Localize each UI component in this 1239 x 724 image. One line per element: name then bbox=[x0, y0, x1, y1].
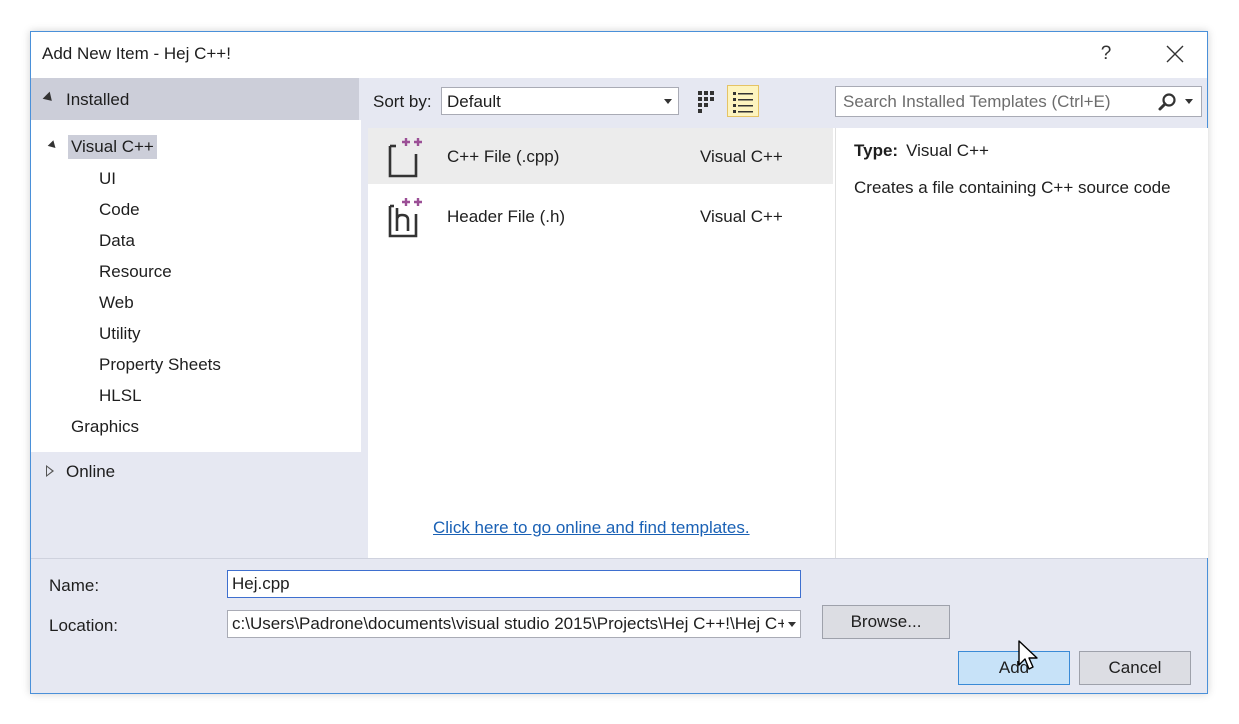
tree-item-resource[interactable]: Resource bbox=[99, 262, 172, 282]
installed-label: Installed bbox=[66, 90, 130, 109]
expand-arrow-icon[interactable] bbox=[47, 140, 59, 151]
template-list: C++ File (.cpp) Visual C++ Header File (… bbox=[368, 128, 833, 558]
template-language: Visual C++ bbox=[700, 147, 783, 166]
tree-item-code[interactable]: Code bbox=[99, 200, 140, 220]
close-button[interactable] bbox=[1155, 36, 1195, 72]
list-view-button[interactable] bbox=[727, 85, 759, 117]
sort-dropdown[interactable]: Default bbox=[441, 87, 679, 115]
search-icon[interactable] bbox=[1157, 92, 1177, 112]
toolbar: Sort by: Default Search Installed Templa… bbox=[361, 78, 1207, 120]
type-value: Visual C++ bbox=[906, 141, 989, 160]
template-description: Creates a file containing C++ source cod… bbox=[854, 178, 1171, 197]
type-row: Type: Visual C++ bbox=[854, 141, 989, 161]
tree-item-visual-cpp[interactable]: Visual C++ bbox=[68, 135, 157, 159]
add-button[interactable]: Add bbox=[958, 651, 1070, 685]
name-label: Name: bbox=[49, 576, 100, 595]
template-name: C++ File (.cpp) bbox=[447, 147, 560, 166]
sort-label: Sort by: bbox=[373, 92, 432, 111]
grid-view-icon bbox=[698, 91, 714, 113]
find-online-templates-link[interactable]: Click here to go online and find templat… bbox=[433, 518, 750, 538]
dialog-title: Add New Item - Hej C++! bbox=[42, 44, 231, 63]
location-field[interactable]: c:\Users\Padrone\documents\visual studio… bbox=[227, 610, 801, 638]
installed-header[interactable]: Installed bbox=[31, 78, 359, 120]
search-placeholder: Search Installed Templates (Ctrl+E) bbox=[843, 92, 1111, 111]
tree-item-property-sheets[interactable]: Property Sheets bbox=[99, 355, 221, 375]
chevron-down-icon[interactable] bbox=[1185, 99, 1193, 104]
title-bar: Add New Item - Hej C++! ? bbox=[31, 32, 1207, 78]
tree-item-ui[interactable]: UI bbox=[99, 169, 116, 189]
location-value: c:\Users\Padrone\documents\visual studio… bbox=[232, 614, 801, 633]
expand-arrow-icon bbox=[42, 91, 56, 105]
name-field[interactable]: Hej.cpp bbox=[227, 570, 801, 598]
pane-divider bbox=[361, 120, 368, 558]
search-input[interactable]: Search Installed Templates (Ctrl+E) bbox=[835, 86, 1202, 117]
help-button[interactable]: ? bbox=[1091, 38, 1121, 70]
chevron-down-icon bbox=[664, 99, 672, 104]
template-item-cpp-file[interactable]: C++ File (.cpp) Visual C++ bbox=[368, 128, 833, 184]
header-file-icon bbox=[388, 198, 422, 238]
sort-value: Default bbox=[447, 92, 501, 111]
add-new-item-dialog: Add New Item - Hej C++! ? Installed Visu… bbox=[30, 31, 1208, 694]
cancel-button[interactable]: Cancel bbox=[1079, 651, 1191, 685]
online-label: Online bbox=[66, 462, 116, 481]
template-language: Visual C++ bbox=[700, 207, 783, 226]
tree-item-web[interactable]: Web bbox=[99, 293, 134, 313]
toolbar-spacer bbox=[361, 120, 1207, 128]
template-item-header-file[interactable]: Header File (.h) Visual C++ bbox=[368, 188, 833, 244]
tree-item-utility[interactable]: Utility bbox=[99, 324, 141, 344]
tree-item-data[interactable]: Data bbox=[99, 231, 135, 251]
location-label: Location: bbox=[49, 616, 118, 635]
template-name: Header File (.h) bbox=[447, 207, 566, 226]
bottom-form: Name: Hej.cpp Location: c:\Users\Padrone… bbox=[31, 558, 1207, 693]
small-icons-view-button[interactable] bbox=[695, 88, 721, 114]
online-header[interactable]: Online bbox=[31, 453, 361, 493]
type-label: Type: bbox=[854, 141, 899, 160]
category-pane: Installed Visual C++ UI Code Data Resour… bbox=[31, 78, 361, 561]
collapse-arrow-icon bbox=[46, 465, 54, 477]
mouse-cursor-icon bbox=[1018, 640, 1038, 670]
tree-item-graphics[interactable]: Graphics bbox=[71, 417, 139, 437]
chevron-down-icon[interactable] bbox=[788, 622, 796, 627]
close-icon bbox=[1166, 45, 1184, 63]
list-view-icon bbox=[733, 92, 753, 113]
category-tree: Visual C++ UI Code Data Resource Web Uti… bbox=[31, 120, 361, 452]
tree-item-hlsl[interactable]: HLSL bbox=[99, 386, 142, 406]
details-pane: Type: Visual C++ Creates a file containin… bbox=[835, 128, 1208, 558]
browse-button[interactable]: Browse... bbox=[822, 605, 950, 639]
name-value: Hej.cpp bbox=[232, 574, 290, 593]
cpp-file-icon bbox=[388, 138, 422, 178]
